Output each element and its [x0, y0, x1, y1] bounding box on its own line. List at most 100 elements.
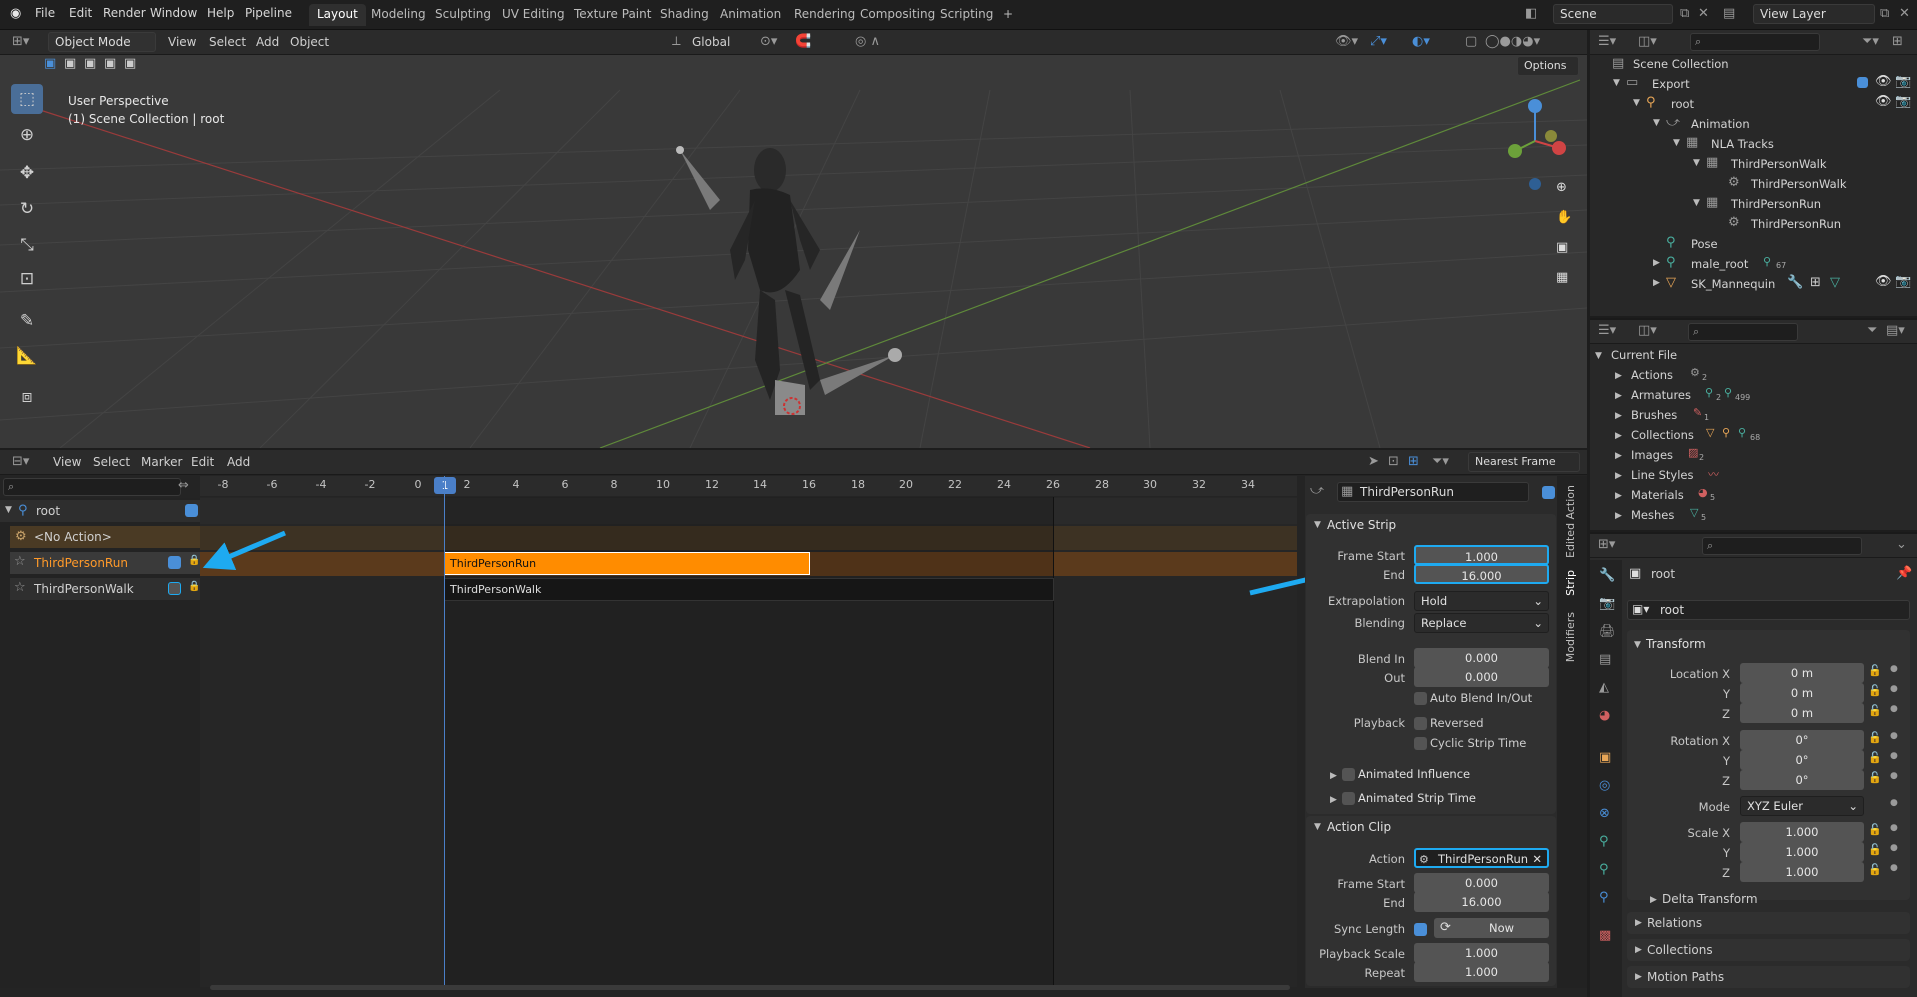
- expand-arrow-icon[interactable]: ▶: [1615, 511, 1622, 521]
- location-y-field[interactable]: 0 m: [1740, 683, 1864, 703]
- menu-edit[interactable]: Edit: [69, 6, 92, 20]
- nla-menu-select[interactable]: Select: [93, 455, 130, 469]
- lock-icon[interactable]: 🔓: [1868, 684, 1882, 697]
- eye-icon[interactable]: 👁: [1875, 274, 1892, 289]
- outliner-animation[interactable]: Animation: [1691, 117, 1750, 131]
- blendfile-line-styles[interactable]: Line Styles: [1631, 468, 1694, 482]
- blend-out-field[interactable]: 0.000: [1414, 667, 1549, 687]
- ortho-toggle-icon[interactable]: ▦: [1556, 270, 1568, 285]
- delta-transform-section[interactable]: Delta Transform: [1662, 892, 1758, 906]
- viewport-menu-add[interactable]: Add: [256, 35, 279, 49]
- strip-thirdpersonwalk[interactable]: ThirdPersonWalk: [444, 578, 1054, 601]
- expand-arrow-icon[interactable]: ▼: [1693, 198, 1700, 208]
- playback-scale-field[interactable]: 1.000: [1414, 943, 1549, 963]
- expand-arrow-icon[interactable]: ▼: [1673, 138, 1680, 148]
- transform-tool-icon[interactable]: ⊡: [11, 264, 43, 294]
- action-selector[interactable]: ⚙ ThirdPersonRun ✕: [1414, 848, 1549, 868]
- strip-enabled-checkbox[interactable]: [1542, 486, 1555, 499]
- expand-arrow-icon[interactable]: ▶: [1635, 918, 1642, 928]
- tab-texture-paint[interactable]: Texture Paint: [566, 4, 659, 26]
- scene-copy-icon[interactable]: ⧉: [1680, 6, 1689, 21]
- blender-logo-icon[interactable]: ◉: [10, 6, 21, 21]
- chevron-down-icon[interactable]: ⌄: [1896, 537, 1907, 552]
- outliner-track-run[interactable]: ThirdPersonRun: [1731, 197, 1821, 211]
- keyframe-dot-icon[interactable]: ●: [1890, 664, 1898, 674]
- rotation-x-field[interactable]: 0°: [1740, 730, 1864, 750]
- tab-layout[interactable]: Layout: [309, 4, 366, 26]
- keyframe-dot-icon[interactable]: ●: [1890, 863, 1898, 873]
- lock-icon[interactable]: 🔓: [1868, 843, 1882, 856]
- object-data-tab-icon[interactable]: ⚲: [1599, 834, 1609, 849]
- blending-dropdown[interactable]: Replace ⌄: [1414, 613, 1549, 633]
- expand-arrow-icon[interactable]: ▶: [1635, 945, 1642, 955]
- blendfile-armatures[interactable]: Armatures: [1631, 388, 1691, 402]
- visibility-icon[interactable]: 👁▾: [1335, 34, 1358, 49]
- relations-panel[interactable]: ▶ Relations: [1627, 912, 1910, 934]
- keyframe-dot-icon[interactable]: ●: [1890, 731, 1898, 741]
- channel-thirdpersonwalk-mute-checkbox[interactable]: [168, 582, 181, 595]
- channel-root[interactable]: ▼ ⚲ root: [0, 500, 200, 522]
- display-mode-icon[interactable]: ◫▾: [1638, 34, 1657, 49]
- animated-influence-label[interactable]: Animated Influence: [1358, 767, 1470, 781]
- sync-now-button[interactable]: ⟳ Now: [1434, 918, 1549, 938]
- menu-render[interactable]: Render: [103, 6, 146, 20]
- expand-arrow-icon[interactable]: ▶: [1615, 491, 1622, 501]
- outliner-search-input[interactable]: ⌕: [1690, 33, 1820, 51]
- channel-root-checkbox[interactable]: [185, 504, 198, 517]
- world-tab-icon[interactable]: ◕: [1599, 708, 1610, 723]
- viewport-menu-view[interactable]: View: [168, 35, 196, 49]
- object-tab-icon[interactable]: ▣: [1599, 750, 1611, 765]
- sync-length-checkbox[interactable]: [1414, 923, 1427, 936]
- blendfile-images[interactable]: Images: [1631, 448, 1673, 462]
- solo-star-icon[interactable]: ☆: [14, 580, 26, 595]
- camera-icon[interactable]: 📷: [1895, 274, 1911, 289]
- expand-arrow-icon[interactable]: ▼: [1653, 118, 1660, 128]
- playhead-line[interactable]: [444, 476, 445, 987]
- menu-pipeline[interactable]: Pipeline: [245, 6, 292, 20]
- editor-type-icon[interactable]: ⊞▾: [12, 34, 29, 49]
- camera-icon[interactable]: 📷: [1895, 74, 1911, 89]
- outliner-action-run[interactable]: ThirdPersonRun: [1751, 217, 1841, 231]
- expand-arrow-icon[interactable]: ▶: [1635, 972, 1642, 982]
- eye-icon[interactable]: 👁: [1875, 94, 1892, 109]
- scale-x-field[interactable]: 1.000: [1740, 822, 1864, 842]
- select-new-icon[interactable]: ▣: [44, 56, 56, 71]
- extrapolation-dropdown[interactable]: Hold ⌄: [1414, 591, 1549, 611]
- nla-only-selected-icon[interactable]: ⊞: [1408, 454, 1419, 469]
- move-tool-icon[interactable]: ✥: [11, 158, 43, 188]
- blendfile-collections[interactable]: Collections: [1631, 428, 1694, 442]
- tab-shading[interactable]: Shading: [652, 4, 717, 26]
- animated-strip-time-label[interactable]: Animated Strip Time: [1358, 791, 1476, 805]
- overlay-icon[interactable]: ◐▾: [1412, 34, 1430, 49]
- export-include-checkbox[interactable]: [1857, 77, 1868, 88]
- eye-icon[interactable]: 👁: [1875, 74, 1892, 89]
- outliner-action-walk[interactable]: ThirdPersonWalk: [1751, 177, 1847, 191]
- tab-modeling[interactable]: Modeling: [363, 4, 434, 26]
- pivot-icon[interactable]: ⊙▾: [760, 34, 777, 49]
- auto-blend-checkbox[interactable]: [1414, 692, 1427, 705]
- tab-uv-editing[interactable]: UV Editing: [494, 4, 573, 26]
- camera-icon[interactable]: 📷: [1895, 94, 1911, 109]
- scale-y-field[interactable]: 1.000: [1740, 842, 1864, 862]
- collapse-arrow-icon[interactable]: ▼: [1634, 640, 1641, 650]
- nla-editor-type-icon[interactable]: ⊟▾: [12, 454, 29, 469]
- pan-hand-icon[interactable]: ✋: [1556, 210, 1572, 225]
- properties-search-input[interactable]: ⌕: [1702, 537, 1862, 555]
- channel-thirdpersonwalk[interactable]: ☆ ThirdPersonWalk 🔒: [10, 578, 200, 600]
- expand-arrow-icon[interactable]: ▶: [1615, 411, 1622, 421]
- xray-icon[interactable]: ▢: [1465, 34, 1477, 49]
- expand-arrow-icon[interactable]: ▼: [1613, 78, 1620, 88]
- 3d-viewport[interactable]: User Perspective (1) Scene Collection | …: [0, 30, 1587, 448]
- action-frame-start-field[interactable]: 0.000: [1414, 873, 1549, 893]
- object-name-input[interactable]: ▣▾ root: [1627, 600, 1910, 620]
- keyframe-dot-icon[interactable]: ●: [1890, 751, 1898, 761]
- texture-tab-icon[interactable]: ▩: [1599, 928, 1611, 943]
- view-layer-copy-icon[interactable]: ⧉: [1880, 6, 1889, 21]
- active-strip-title[interactable]: Active Strip: [1327, 518, 1396, 532]
- nla-horizontal-scrollbar[interactable]: [210, 985, 1290, 990]
- outliner-pose[interactable]: Pose: [1691, 237, 1718, 251]
- strip-name-input[interactable]: ▦ ThirdPersonRun: [1337, 482, 1529, 502]
- action-frame-end-field[interactable]: 16.000: [1414, 892, 1549, 912]
- nla-swap-icon[interactable]: ⇔: [178, 478, 189, 493]
- menu-window[interactable]: Window: [150, 6, 197, 20]
